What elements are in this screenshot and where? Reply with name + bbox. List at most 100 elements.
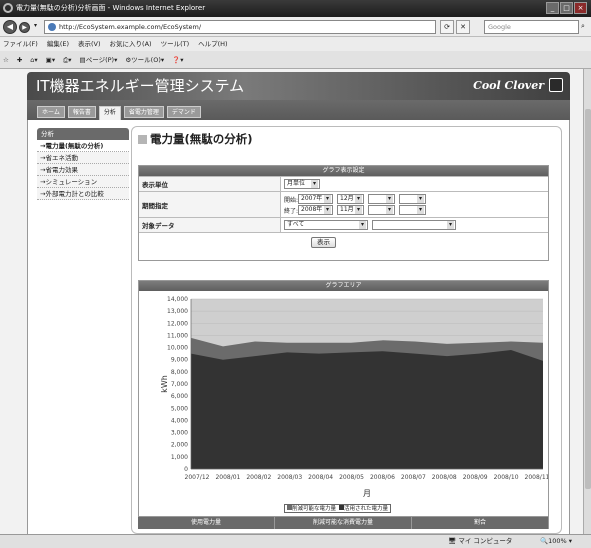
x-tick-label: 2008/10 — [494, 474, 519, 481]
tab-demand[interactable]: デマンド — [166, 106, 201, 118]
period-row: 期間指定 開始: 2007年 12月 終了: 2008年 11月 — [139, 191, 548, 217]
y-tick-label: 13,000 — [167, 308, 188, 315]
history-dropdown-icon[interactable]: ▾ — [34, 22, 37, 29]
legend-label-0: 削減可能な電力量 — [292, 506, 337, 512]
forward-icon[interactable]: ▶ — [19, 22, 30, 33]
y-tick-label: 5,000 — [171, 405, 188, 412]
address-input[interactable]: http://EcoSystem.example.com/EcoSystem/ — [44, 20, 436, 34]
tab-analysis[interactable]: 分析 — [98, 106, 121, 120]
start-hour-select[interactable] — [399, 194, 426, 204]
target-sub-select[interactable] — [372, 220, 456, 230]
sidebar-item-energy-waste[interactable]: →電力量(無駄の分析) — [37, 140, 129, 152]
maximize-button[interactable]: □ — [560, 2, 573, 14]
x-tick-label: 2008/11 — [525, 474, 548, 481]
sidebar-item-simulation[interactable]: →シミュレーション — [37, 176, 129, 188]
end-hour-select[interactable] — [399, 205, 426, 215]
favorites-star-icon[interactable]: ☆ — [3, 51, 9, 68]
menu-edit[interactable]: 編集(E) — [47, 37, 69, 51]
help-icon[interactable]: ❓▾ — [172, 51, 183, 68]
security-zone: 🖥 マイ コンピュータ — [448, 537, 513, 545]
end-year-value: 2008年 — [301, 206, 323, 213]
menu-tools[interactable]: ツール(T) — [161, 37, 190, 51]
add-favorites-icon[interactable]: ✚ — [17, 51, 22, 68]
end-day-select[interactable] — [368, 205, 395, 215]
sidebar-item-eco-activity[interactable]: →省エネ活動 — [37, 152, 129, 164]
page-menu-label: ページ(P) — [85, 56, 115, 64]
target-label: 対象データ — [139, 218, 281, 232]
menu-help[interactable]: ヘルプ(H) — [198, 37, 227, 51]
y-tick-label: 10,000 — [167, 345, 188, 352]
y-tick-label: 2,000 — [171, 442, 188, 449]
menu-favorites[interactable]: お気に入り(A) — [110, 37, 152, 51]
summary-col-used: 使用電力量 — [138, 517, 275, 529]
end-month-select[interactable]: 11月 — [337, 205, 364, 215]
page-title-text: 電力量(無駄の分析) — [150, 132, 253, 146]
end-month-value: 11月 — [340, 206, 354, 213]
tab-power-saving[interactable]: 省電力管理 — [123, 106, 164, 118]
graph-settings-header: グラフ表示設定 — [139, 166, 548, 176]
x-axis-label: 月 — [363, 489, 371, 498]
end-year-select[interactable]: 2008年 — [298, 205, 333, 215]
start-month-value: 12月 — [340, 195, 354, 202]
end-label: 終了: — [284, 208, 299, 215]
window-titlebar: 電力量(無駄の分析)分析画面 - Windows Internet Explor… — [0, 0, 591, 17]
zone-text: マイ コンピュータ — [458, 537, 513, 545]
minimize-button[interactable]: _ — [546, 2, 559, 14]
x-tick-label: 2008/06 — [370, 474, 395, 481]
y-tick-label: 6,000 — [171, 393, 188, 400]
tab-home[interactable]: ホーム — [37, 106, 65, 118]
tools-menu[interactable]: ⚙ツール(O)▾ — [125, 51, 164, 68]
start-day-select[interactable] — [368, 194, 395, 204]
menu-file[interactable]: ファイル(F) — [3, 37, 38, 51]
page-title: 電力量(無駄の分析) — [138, 131, 253, 147]
tab-reports[interactable]: 報告書 — [67, 106, 96, 118]
search-placeholder: Google — [488, 23, 511, 31]
menu-view[interactable]: 表示(V) — [78, 37, 101, 51]
page-favicon — [48, 23, 56, 31]
back-icon[interactable]: ◀ — [3, 20, 17, 34]
y-axis-label: kWh — [160, 375, 169, 393]
sidebar-item-external-meter[interactable]: →外部電力計との比較 — [37, 188, 129, 200]
zoom-level[interactable]: 🔍100% ▾ — [540, 535, 572, 548]
legend-item-0: 削減可能な電力量 — [287, 505, 336, 512]
unit-row: 表示単位 月単位 — [139, 176, 548, 191]
scroll-thumb[interactable] — [585, 109, 591, 489]
app-title: IT機器エネルギー管理システム — [36, 77, 245, 95]
print-icon[interactable]: ⎙▾ — [63, 51, 71, 68]
target-select[interactable]: すべて — [284, 220, 368, 230]
y-tick-label: 3,000 — [171, 430, 188, 437]
x-tick-label: 2008/01 — [215, 474, 240, 481]
stop-icon[interactable]: ✕ — [456, 20, 470, 34]
main-tabs: ホーム 報告書 分析 省電力管理 デマンド — [27, 100, 570, 120]
close-button[interactable]: × — [574, 2, 587, 14]
period-label: 期間指定 — [139, 192, 281, 217]
unit-select[interactable]: 月単位 — [284, 179, 320, 189]
x-tick-label: 2007/12 — [185, 474, 210, 481]
home-icon[interactable]: ⌂▾ — [30, 51, 37, 68]
target-select-value: すべて — [287, 221, 305, 228]
start-month-select[interactable]: 12月 — [337, 194, 364, 204]
vertical-scrollbar[interactable] — [583, 69, 591, 534]
refresh-icon[interactable]: ⟳ — [440, 20, 454, 34]
start-year-select[interactable]: 2007年 — [298, 194, 333, 204]
show-button[interactable]: 表示 — [311, 237, 336, 248]
energy-area-chart: 0 1,000 2,000 3,000 4,000 5,000 6,000 7,000 8,00… — [160, 296, 548, 498]
start-year-value: 2007年 — [301, 195, 323, 202]
unit-select-value: 月単位 — [287, 180, 306, 187]
sidebar: 分析 →電力量(無駄の分析) →省エネ活動 →省電力効果 →シミュレーション →… — [37, 128, 129, 200]
page-menu[interactable]: ▤ページ(P)▾ — [80, 51, 118, 68]
summary-table-header: 使用電力量 削減可能な消費電力量 割合 — [138, 517, 549, 529]
sidebar-item-saving-effect[interactable]: →省電力効果 — [37, 164, 129, 176]
button-row: 表示 — [139, 232, 548, 252]
feeds-icon[interactable]: ▣▾ — [46, 51, 55, 68]
menu-bar: ファイル(F) 編集(E) 表示(V) お気に入り(A) ツール(T) ヘルプ(… — [0, 37, 591, 51]
x-tick-label: 2008/05 — [339, 474, 364, 481]
y-tick-label: 12,000 — [167, 320, 188, 327]
y-tick-label: 4,000 — [171, 417, 188, 424]
graph-settings-panel: グラフ表示設定 表示単位 月単位 期間指定 開始: 2007年 12月 終了: … — [138, 165, 549, 261]
address-bar-row: ◀ ▶ ▾ http://EcoSystem.example.com/EcoSy… — [0, 17, 591, 37]
address-url: http://EcoSystem.example.com/EcoSystem/ — [59, 23, 202, 31]
search-icon[interactable]: ⌕ — [581, 22, 585, 31]
start-label: 開始: — [284, 197, 299, 204]
search-input[interactable]: Google — [484, 20, 579, 34]
